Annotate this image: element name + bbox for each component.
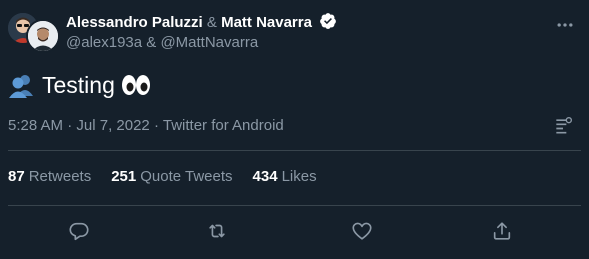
tweet-source[interactable]: Twitter for Android — [163, 117, 284, 134]
tweet-meta: 5:28 AM · Jul 7, 2022 · Twitter for Andr… — [8, 116, 284, 136]
author-separator: & — [206, 14, 222, 31]
tweet-text: Testing — [8, 70, 151, 100]
quote-tweets-label: Quote Tweets — [140, 168, 233, 185]
retweet-button[interactable] — [200, 214, 234, 248]
tweet-text-content: Testing — [42, 72, 115, 98]
eyes-icon — [121, 73, 151, 97]
retweets-stat[interactable]: 87 Retweets — [8, 167, 91, 187]
quote-tweets-count: 251 — [111, 168, 137, 185]
analytics-icon[interactable] — [553, 116, 573, 136]
more-horizontal-icon — [557, 23, 573, 27]
divider — [8, 205, 581, 206]
share-button[interactable] — [485, 214, 519, 248]
share-icon — [493, 222, 511, 240]
tweet-detail: Alessandro Paluzzi & Matt Navarra @alex1… — [0, 0, 589, 259]
reply-button[interactable] — [62, 214, 96, 248]
collab-avatars[interactable] — [8, 13, 60, 53]
tweet-time[interactable]: 5:28 AM — [8, 117, 63, 134]
author-1-name[interactable]: Alessandro Paluzzi — [66, 14, 203, 31]
tweet-date[interactable]: Jul 7, 2022 — [76, 117, 149, 134]
avatar-matt[interactable] — [26, 19, 60, 53]
likes-stat[interactable]: 434 Likes — [253, 167, 317, 187]
author-names: Alessandro Paluzzi & Matt Navarra — [66, 12, 337, 33]
retweet-icon — [209, 224, 225, 238]
like-icon — [352, 222, 372, 240]
verified-badge-icon — [319, 12, 337, 30]
divider — [8, 150, 581, 151]
retweets-label: Retweets — [28, 168, 92, 185]
author-2-name[interactable]: Matt Navarra — [221, 14, 312, 31]
likes-count: 434 — [252, 168, 278, 185]
likes-label: Likes — [281, 168, 317, 185]
meta-separator-1: · — [67, 117, 77, 134]
more-options-button[interactable] — [550, 10, 580, 40]
tweet-actions — [0, 214, 589, 248]
meta-separator-2: · — [153, 117, 163, 134]
tweet-stats: 87 Retweets 251 Quote Tweets 434 Likes — [8, 167, 337, 187]
author-handles[interactable]: @alex193a & @MattNavarra — [66, 33, 258, 53]
retweets-count: 87 — [8, 168, 25, 185]
quote-tweets-stat[interactable]: 251 Quote Tweets — [111, 167, 232, 187]
tweet-header: Alessandro Paluzzi & Matt Navarra @alex1… — [0, 0, 589, 60]
like-button[interactable] — [345, 214, 379, 248]
busts-in-silhouette-icon — [8, 72, 36, 98]
reply-icon — [69, 222, 89, 241]
